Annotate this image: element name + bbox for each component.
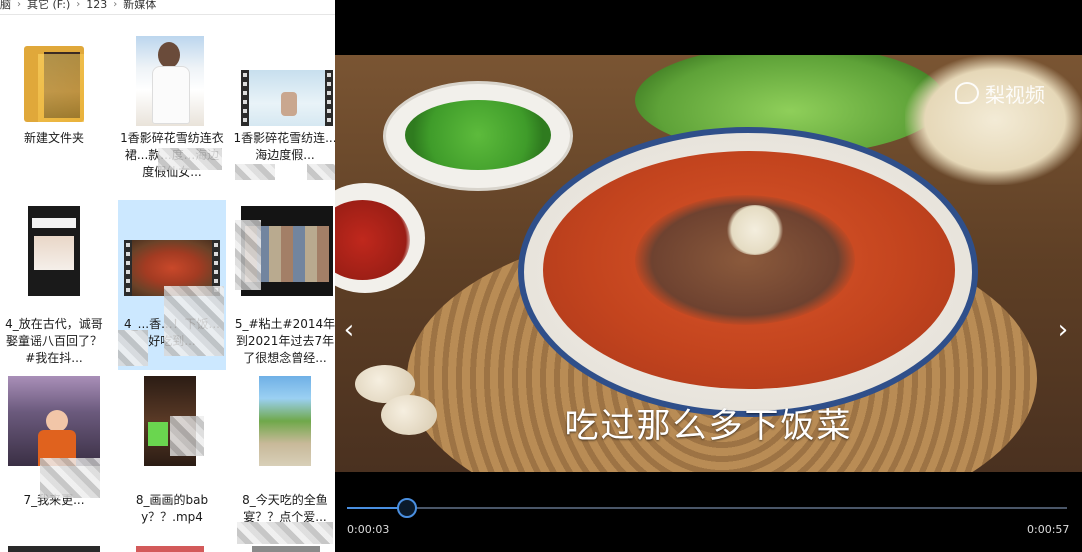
duration: 0:00:57 xyxy=(1027,523,1070,536)
breadcrumb-item[interactable]: 脑 xyxy=(0,0,11,10)
file-name: 5_#粘土#2014年到2021年过去7年了很想念曾经... xyxy=(234,317,335,365)
privacy-mosaic xyxy=(164,286,224,356)
privacy-mosaic xyxy=(170,416,204,456)
chevron-right-icon[interactable]: › xyxy=(1053,315,1073,345)
breadcrumb-separator: › xyxy=(113,0,118,10)
file-name: 新建文件夹 xyxy=(23,131,84,145)
video-frame[interactable]: 梨视频 吃过那么多下饭菜 ‹ › xyxy=(335,55,1082,472)
pear-video-icon xyxy=(955,82,979,104)
partial-thumbnail xyxy=(252,546,320,552)
file-explorer: 脑 › 其它 (F:) › 123 › 新媒体 新建文件夹 1香影碎花雪纺连衣裙...款..… xyxy=(0,0,335,552)
image-thumbnail xyxy=(8,376,100,466)
file-grid: 新建文件夹 1香影碎花雪纺连衣裙...款...度...海边度假仙女... 1香影… xyxy=(0,14,335,552)
minced-garlic xyxy=(725,205,785,255)
folder-front xyxy=(38,54,84,122)
file-name: 1香影碎花雪纺连...海边度假... xyxy=(233,131,335,162)
file-name: 8_今天吃的全鱼宴？？点个爱... xyxy=(242,493,328,524)
privacy-mosaic xyxy=(235,220,261,290)
privacy-mosaic xyxy=(158,148,222,170)
file-item-image[interactable]: 8_今天吃的全鱼宴？？点个爱... xyxy=(231,376,335,546)
bean-sprouts xyxy=(905,55,1082,185)
breadcrumb-item[interactable]: 其它 (F:) xyxy=(27,0,70,10)
file-item-image[interactable]: 5_#粘土#2014年到2021年过去7年了很想念曾经... xyxy=(231,200,335,370)
current-time: 0:00:03 xyxy=(347,523,390,536)
partial-thumbnail xyxy=(136,546,204,552)
watermark-text: 梨视频 xyxy=(985,82,1045,107)
breadcrumb-separator: › xyxy=(76,0,81,10)
progress-knob[interactable] xyxy=(396,498,417,518)
file-item-folder[interactable]: 新建文件夹 xyxy=(0,14,108,184)
chopped-scallion xyxy=(405,100,551,170)
file-item-image[interactable]: 4_放在古代，诚哥娶童谣八百回了？#我在抖... xyxy=(0,200,108,370)
file-item-image[interactable]: 7_我来更... xyxy=(0,376,108,546)
video-thumbnail xyxy=(241,70,333,126)
chevron-left-icon[interactable]: ‹ xyxy=(339,315,359,345)
subtitle: 吃过那么多下饭菜 xyxy=(564,406,853,446)
file-item-image[interactable]: 8_画画的baby？？.mp4 xyxy=(118,376,226,546)
watermark-logo: 梨视频 xyxy=(955,79,1045,107)
privacy-mosaic xyxy=(118,330,148,366)
image-thumbnail xyxy=(28,206,80,296)
progress-bar[interactable] xyxy=(347,498,1067,518)
privacy-mosaic xyxy=(40,458,100,498)
breadcrumb-item[interactable]: 123 xyxy=(86,0,107,10)
progress-fill xyxy=(347,507,405,509)
breadcrumb-item[interactable]: 新媒体 xyxy=(123,0,156,10)
breadcrumb: 脑 › 其它 (F:) › 123 › 新媒体 xyxy=(0,0,335,15)
privacy-mosaic xyxy=(237,522,333,544)
breadcrumb-separator: › xyxy=(17,0,21,10)
partial-thumbnail xyxy=(8,546,100,552)
video-player[interactable]: 梨视频 吃过那么多下饭菜 ‹ › 0:00:03 0:00:57 xyxy=(335,0,1082,552)
file-item-video[interactable]: 1香影碎花雪纺连...海边度假... xyxy=(231,14,335,184)
image-thumbnail xyxy=(136,36,204,126)
privacy-mosaic xyxy=(235,164,275,180)
image-thumbnail xyxy=(259,376,311,466)
privacy-mosaic xyxy=(307,164,335,180)
file-name: 4_放在古代，诚哥娶童谣八百回了？#我在抖... xyxy=(5,317,103,365)
file-item-image[interactable]: 1香影碎花雪纺连衣裙...款...度...海边度假仙女... xyxy=(118,14,226,184)
file-item-video-selected[interactable]: 4_...香...！下饭...好吃到... xyxy=(118,200,226,370)
file-name: 8_画画的baby？？.mp4 xyxy=(135,493,209,524)
